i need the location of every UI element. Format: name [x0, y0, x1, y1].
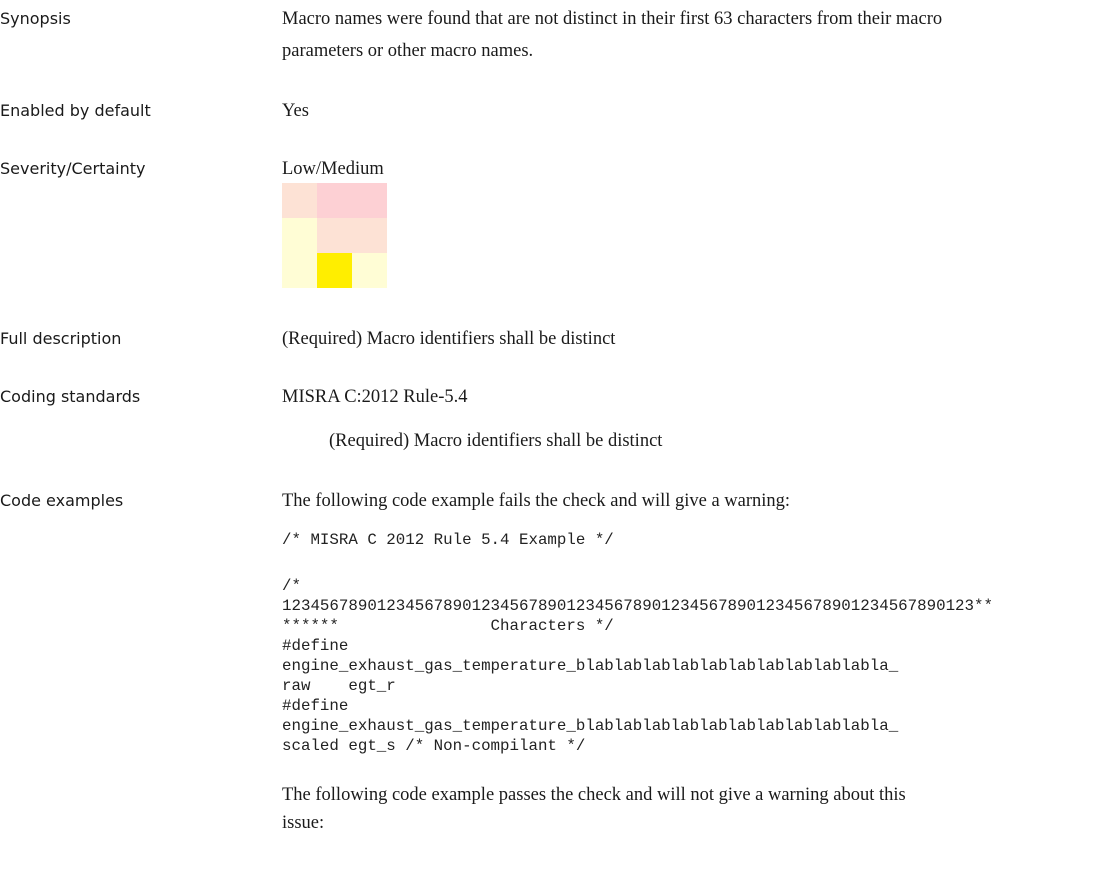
severity-matrix-cell [317, 253, 352, 288]
severity-matrix-cell [352, 183, 387, 218]
code-examples-label: Code examples [0, 491, 124, 510]
code-line: 1234567890123456789012345678901234567890… [282, 597, 993, 615]
document-page: { "synopsis": { "label": "Synopsis", "li… [0, 0, 1113, 884]
synopsis-label: Synopsis [0, 9, 71, 28]
code-line: scaled egt_s /* Non-compilant */ [282, 737, 586, 755]
code-line: ****** Characters */ [282, 617, 614, 635]
coding-standard-rule: MISRA C:2012 Rule-5.4 [282, 387, 468, 407]
coding-standard-detail: (Required) Macro identifiers shall be di… [329, 431, 663, 451]
code-line: engine_exhaust_gas_temperature_blablabla… [282, 657, 899, 675]
code-line: engine_exhaust_gas_temperature_blablabla… [282, 717, 899, 735]
severity-certainty-label: Severity/Certainty [0, 159, 146, 178]
pass-example-intro-line-1: The following code example passes the ch… [282, 785, 906, 805]
fail-example-intro: The following code example fails the che… [282, 491, 791, 511]
severity-matrix-cell [282, 183, 317, 218]
severity-matrix-cell [282, 218, 317, 253]
full-description-value: (Required) Macro identifiers shall be di… [282, 329, 616, 349]
code-line: #define [282, 697, 349, 715]
coding-standards-label: Coding standards [0, 387, 141, 406]
severity-matrix-cell [352, 218, 387, 253]
enabled-by-default-value: Yes [282, 101, 309, 121]
severity-matrix-cell [282, 253, 317, 288]
full-description-label: Full description [0, 329, 122, 348]
enabled-by-default-label: Enabled by default [0, 101, 151, 120]
severity-certainty-value: Low/Medium [282, 159, 384, 179]
severity-certainty-matrix [282, 183, 387, 288]
severity-matrix-cell [352, 253, 387, 288]
synopsis-text-line-1: Macro names were found that are not dist… [282, 9, 943, 29]
code-line: raw egt_r [282, 677, 396, 695]
pass-example-intro-line-2: issue: [282, 813, 325, 833]
code-line: /* MISRA C 2012 Rule 5.4 Example */ [282, 531, 614, 549]
code-line: #define [282, 637, 349, 655]
code-line: /* [282, 577, 301, 595]
synopsis-text-line-2: parameters or other macro names. [282, 41, 534, 61]
severity-matrix-cell [317, 218, 352, 253]
severity-matrix-cell [317, 183, 352, 218]
